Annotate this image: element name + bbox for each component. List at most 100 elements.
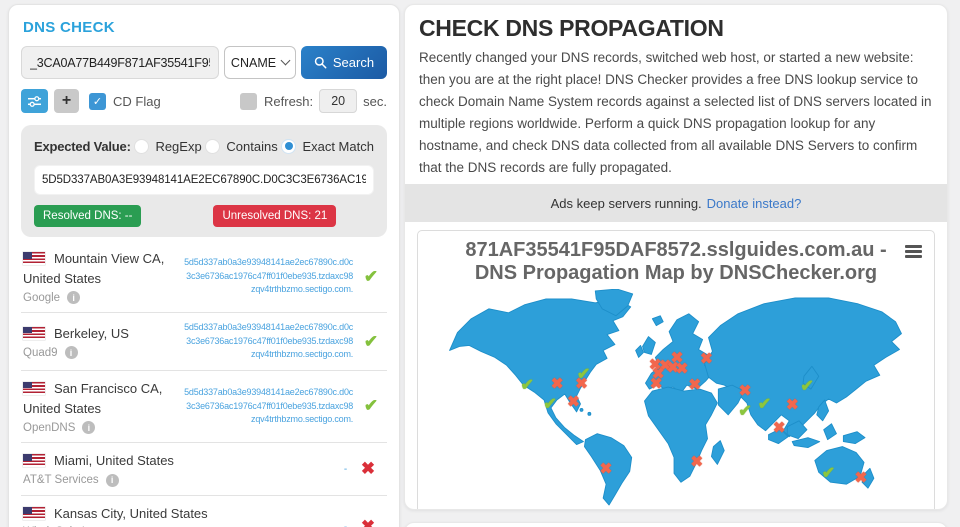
- unresolved-marker-icon: ✖: [551, 377, 564, 392]
- chevron-down-icon: [281, 56, 291, 66]
- unresolved-marker-icon: ✖: [650, 377, 663, 392]
- resolved-marker-icon: ✔: [543, 397, 556, 413]
- search-button[interactable]: Search: [301, 46, 387, 79]
- dns-check-panel: DNS CHECK CNAME Search + ✓ CD Flag: [8, 4, 400, 527]
- us-flag-icon: [23, 454, 45, 467]
- server-location-block: Mountain View CA, United States Google i: [23, 249, 184, 304]
- sliders-icon: [27, 95, 42, 108]
- resolved-marker-icon: ✔: [758, 397, 771, 413]
- server-row: San Francisco CA, United States OpenDNS …: [21, 371, 387, 443]
- expected-options: Expected Value: RegExp Contains Exact Matc…: [34, 135, 374, 157]
- radio-contains[interactable]: Contains: [205, 139, 277, 154]
- unresolved-dns-badge: Unresolved DNS: 21: [213, 205, 336, 227]
- world-map: ✔✔✖✖✔✖✖✖✖✖✖✖✖✖✖✖✔✔✖✔✖✖✖✔✖: [422, 289, 930, 509]
- chart-menu-icon[interactable]: [905, 245, 922, 260]
- server-provider: Google: [23, 292, 60, 304]
- unresolved-marker-icon: ✖: [676, 362, 689, 377]
- search-row: CNAME Search: [21, 46, 387, 79]
- hostname-input[interactable]: [21, 46, 219, 79]
- next-section-card: [404, 522, 948, 527]
- server-dns-value: 5d5d337ab0a3e93948141ae2ec67890c.d0c3c3e…: [184, 321, 357, 362]
- server-row: Mountain View CA, United States Google i…: [21, 241, 387, 313]
- resolved-marker-icon: ✔: [822, 466, 835, 482]
- server-location: Berkeley, US: [54, 326, 129, 341]
- us-flag-icon: [23, 252, 45, 265]
- cd-flag-label: CD Flag: [113, 94, 161, 109]
- refresh-seconds-input[interactable]: [319, 89, 357, 113]
- unresolved-marker-icon: ✖: [691, 455, 704, 470]
- resolved-marker-icon: ✔: [738, 404, 751, 420]
- server-provider-row: AT&T Services i: [23, 474, 219, 487]
- unresolved-marker-icon: ✖: [773, 420, 786, 435]
- refresh-checkbox[interactable]: [240, 93, 257, 110]
- status-icon: ✔: [357, 396, 385, 416]
- record-type-select[interactable]: CNAME: [224, 46, 296, 79]
- add-server-button[interactable]: +: [54, 89, 79, 113]
- record-type-value: CNAME: [231, 56, 276, 70]
- server-provider: Quad9: [23, 347, 58, 359]
- refresh-unit-label: sec.: [363, 94, 387, 109]
- controls-row: + ✓ CD Flag Refresh: sec.: [21, 89, 387, 113]
- server-dns-value: 5d5d337ab0a3e93948141ae2ec67890c.d0c3c3e…: [184, 386, 357, 427]
- unresolved-marker-icon: ✖: [600, 462, 613, 477]
- resolved-marker-icon: ✔: [800, 379, 813, 395]
- unresolved-marker-icon: ✖: [575, 377, 588, 392]
- dns-server-list: Mountain View CA, United States Google i…: [21, 241, 387, 527]
- donate-link[interactable]: Donate instead?: [707, 196, 802, 211]
- server-row: Miami, United States AT&T Services i - ✖: [21, 443, 387, 496]
- info-icon[interactable]: i: [67, 291, 80, 304]
- server-dns-value: -: [219, 520, 351, 527]
- unresolved-marker-icon: ✖: [855, 471, 868, 486]
- server-provider: OpenDNS: [23, 422, 75, 434]
- cd-flag-checkbox[interactable]: ✓: [89, 93, 106, 110]
- radio-exact-match[interactable]: Exact Match: [281, 139, 374, 154]
- search-button-label: Search: [333, 55, 374, 70]
- server-location-block: San Francisco CA, United States OpenDNS …: [23, 379, 184, 434]
- propagation-map-card: 871AF35541F95DAF8572.sslguides.com.au - …: [417, 230, 935, 510]
- radio-regexp[interactable]: RegExp: [134, 139, 201, 154]
- unresolved-marker-icon: ✖: [567, 395, 580, 410]
- server-provider: AT&T Services: [23, 474, 99, 486]
- badge-row: Resolved DNS: -- Unresolved DNS: 21: [34, 205, 374, 227]
- refresh-label: Refresh:: [264, 94, 313, 109]
- expected-value-label: Expected Value:: [34, 139, 131, 154]
- server-provider-row: Google i: [23, 291, 184, 304]
- server-location: Kansas City, United States: [54, 506, 208, 521]
- us-flag-icon: [23, 327, 45, 340]
- server-location-block: Miami, United States AT&T Services i: [23, 451, 219, 486]
- status-icon: ✔: [357, 332, 385, 352]
- propagation-card: CHECK DNS PROPAGATION Recently changed y…: [404, 4, 948, 510]
- expected-value-input[interactable]: [34, 165, 374, 195]
- map-title-line1: 871AF35541F95DAF8572.sslguides.com.au -: [418, 239, 934, 262]
- server-location-block: Kansas City, United States WholeSale Int…: [23, 504, 219, 527]
- server-row: Berkeley, US Quad9 i 5d5d337ab0a3e939481…: [21, 313, 387, 371]
- page-title: CHECK DNS PROPAGATION: [419, 15, 933, 42]
- server-dns-value: 5d5d337ab0a3e93948141ae2ec67890c.d0c3c3e…: [184, 256, 357, 297]
- unresolved-marker-icon: ✖: [739, 384, 752, 399]
- map-title-line2: DNS Propagation Map by DNSChecker.org: [418, 262, 934, 285]
- status-icon: ✖: [351, 459, 385, 479]
- unresolved-marker-icon: ✖: [688, 378, 701, 393]
- ads-text: Ads keep servers running.: [551, 196, 702, 211]
- server-location: Miami, United States: [54, 453, 174, 468]
- server-location-block: Berkeley, US Quad9 i: [23, 324, 184, 359]
- unresolved-marker-icon: ✖: [786, 397, 799, 412]
- info-icon[interactable]: i: [82, 421, 95, 434]
- main-content: CHECK DNS PROPAGATION Recently changed y…: [404, 4, 948, 527]
- server-provider-row: OpenDNS i: [23, 421, 184, 434]
- server-row: Kansas City, United States WholeSale Int…: [21, 496, 387, 527]
- info-icon[interactable]: i: [65, 346, 78, 359]
- resolved-dns-badge: Resolved DNS: --: [34, 205, 141, 227]
- server-provider-row: Quad9 i: [23, 346, 184, 359]
- ads-strip: Ads keep servers running. Donate instead…: [405, 184, 947, 222]
- status-icon: ✖: [351, 517, 385, 527]
- panel-title: DNS CHECK: [23, 19, 385, 36]
- us-flag-icon: [23, 507, 45, 520]
- info-icon[interactable]: i: [106, 474, 119, 487]
- resolved-marker-icon: ✔: [520, 378, 533, 394]
- unresolved-marker-icon: ✖: [700, 352, 713, 367]
- expected-value-panel: Expected Value: RegExp Contains Exact Matc…: [21, 125, 387, 237]
- server-dns-value: -: [219, 462, 351, 477]
- status-icon: ✔: [357, 267, 385, 287]
- options-sliders-button[interactable]: [21, 89, 48, 113]
